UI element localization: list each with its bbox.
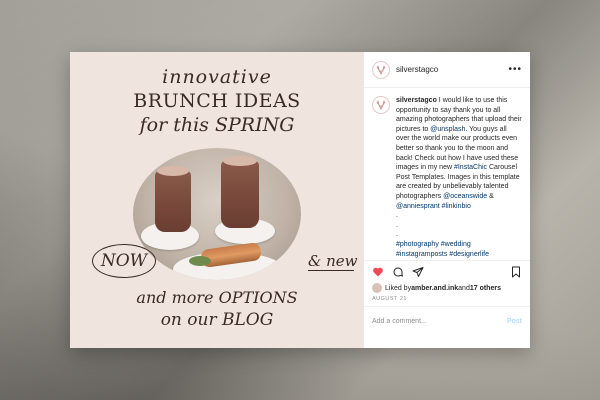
artwork-line-2: BRUNCH IDEAS <box>133 90 301 112</box>
caption-text-4: & <box>487 192 496 200</box>
comment-input[interactable]: Add a comment... <box>372 318 507 325</box>
comments-section[interactable]: silverstagco I would like to use this op… <box>364 88 530 260</box>
drink-glass-right <box>221 160 259 228</box>
artwork-line-5: on our BLOG <box>160 310 274 330</box>
now-badge: NOW <box>92 244 156 278</box>
drink-foam-left <box>157 166 189 176</box>
post-header: silverstagco ••• <box>364 52 530 88</box>
ellipsis-icon[interactable]: ••• <box>508 64 522 75</box>
heart-icon[interactable] <box>372 266 384 278</box>
mention-oceanswide[interactable]: @oceanswide <box>443 193 487 200</box>
artwork-line-4: and more OPTIONS <box>136 288 298 307</box>
drink-foam-right <box>223 156 257 166</box>
likes-summary: Liked by amber.and.ink and 17 others <box>364 282 530 294</box>
caption-username[interactable]: silverstagco <box>396 97 437 104</box>
post-image[interactable]: innovative BRUNCH IDEAS for this SPRING … <box>70 52 364 348</box>
likes-others[interactable]: 17 others <box>470 285 501 292</box>
stag-logo-icon <box>376 65 386 74</box>
liker-username[interactable]: amber.and.ink <box>411 285 458 292</box>
post-comment-button[interactable]: Post <box>507 318 522 325</box>
and-new-underline <box>308 270 354 271</box>
and-new-label: & new <box>308 252 358 270</box>
avatar[interactable] <box>372 60 390 79</box>
caption-dots: . . . <box>396 212 398 239</box>
mention-anniesprant[interactable]: @anniesprant <box>396 203 440 210</box>
mention-unsplash[interactable]: @unsplash <box>430 126 465 133</box>
drink-glass-left <box>155 170 191 232</box>
hashtag-instachic[interactable]: #InstaChic <box>454 164 487 171</box>
add-comment-bar: Add a comment... Post <box>364 306 530 336</box>
liker-avatar <box>372 283 382 293</box>
share-icon[interactable] <box>412 266 424 278</box>
bookmark-icon[interactable] <box>510 266 522 278</box>
hashtag-list[interactable]: #photography #wedding #instagramposts #d… <box>396 241 514 260</box>
post-caption: silverstagco I would like to use this op… <box>396 96 522 260</box>
post-sidebar: silverstagco ••• silverstagco I would li… <box>364 52 530 348</box>
greens <box>189 256 211 266</box>
caption-avatar[interactable] <box>372 96 390 114</box>
likes-prefix: Liked by <box>385 284 412 292</box>
hashtag-linkinbio[interactable]: #linkinbio <box>442 203 471 210</box>
action-bar <box>364 260 530 282</box>
header-username[interactable]: silverstagco <box>396 65 508 74</box>
stag-logo-icon <box>376 100 386 110</box>
likes-middle: and <box>458 284 470 292</box>
comment-icon[interactable] <box>392 266 404 278</box>
post-date: AUGUST 21 <box>372 296 407 302</box>
artwork-line-3: for this SPRING <box>139 114 295 136</box>
instagram-post-card: innovative BRUNCH IDEAS for this SPRING … <box>70 52 530 348</box>
brunch-photo <box>133 148 301 280</box>
artwork-line-1: innovative <box>162 66 272 88</box>
